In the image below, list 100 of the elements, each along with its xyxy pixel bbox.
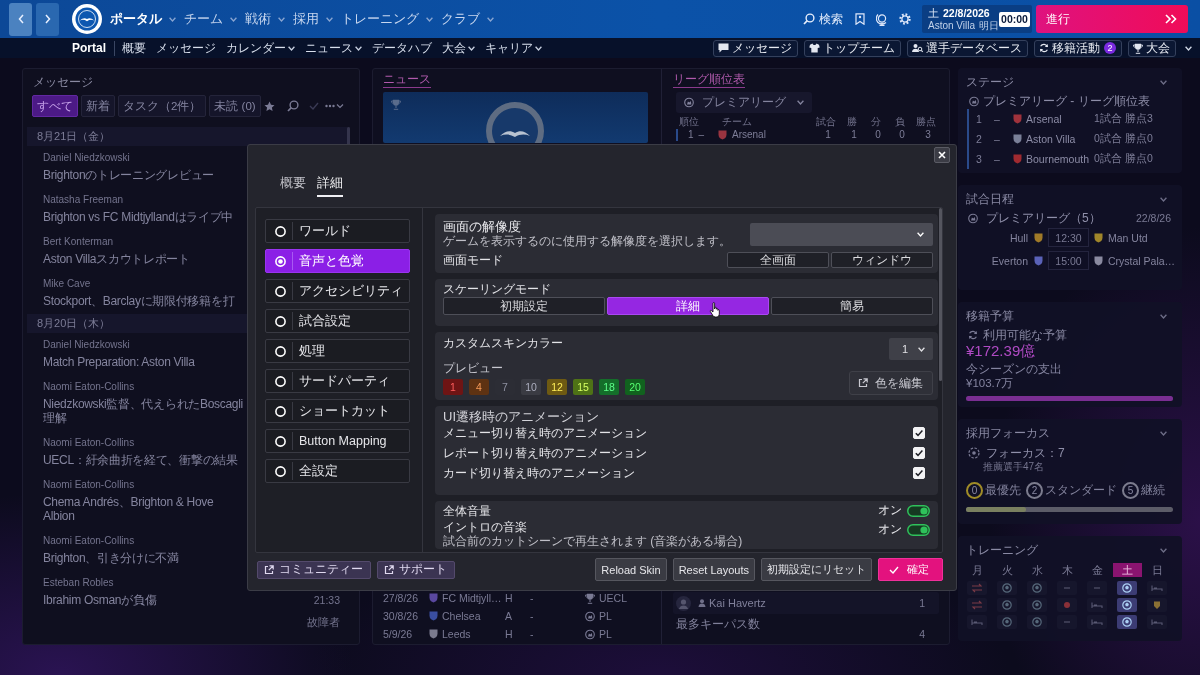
filter-tab[interactable]: 未読 (0) [209,95,261,117]
star-icon[interactable] [263,100,275,112]
forward-button[interactable] [36,2,59,36]
day-header[interactable]: 木 [1052,563,1082,577]
segment-button[interactable]: 簡易 [771,297,933,315]
edit-colors-button[interactable]: 色を編集 [849,371,933,395]
confirm-button[interactable]: 確定 [878,558,943,581]
shortcut-button[interactable]: 大会 [1128,39,1176,57]
setting-label: イントロの音楽 [443,520,528,534]
checkbox[interactable] [913,427,925,439]
settings-icon[interactable] [899,13,911,25]
message-subject[interactable]: Match Preparation: Aston Villa [43,355,195,369]
nav-menu-item[interactable]: 採用 [293,6,333,32]
message-subject[interactable]: Chema Andrés、Brighton & Hove Albion [43,495,247,523]
dialog-tab[interactable]: 概要 [280,176,306,197]
footer-button[interactable]: 初期設定にリセット [761,558,872,581]
nav-menu-item[interactable]: クラブ [441,6,494,32]
search-button[interactable]: 検索 [803,10,843,28]
sub-nav-item[interactable]: カレンダー [226,39,295,57]
category-item[interactable]: ショートカット [265,399,410,423]
search-icon[interactable] [286,100,299,112]
table-cell-text: 0 [898,129,906,141]
category-item[interactable]: Button Mapping [265,429,410,453]
dash-icon [1057,580,1077,595]
shortcut-button[interactable]: メッセージ [713,39,798,57]
toggle-switch[interactable] [907,523,930,536]
date-panel[interactable]: 土 22/8/2026 Aston Villa 明日 00:00 [922,5,1032,33]
bookmark-icon[interactable] [855,13,865,25]
filter-tab[interactable]: タスク（2件） [118,95,207,117]
shortcut-button[interactable]: トップチーム [804,39,901,57]
close-button[interactable] [934,147,950,163]
count-badge: 5 [1122,481,1139,499]
day-header[interactable]: 日 [1142,563,1172,577]
nav-menu-item[interactable]: チーム [184,6,237,32]
segment-button[interactable]: ウィンドウ [831,252,933,268]
table-cell-text: – [994,113,1001,125]
back-button[interactable] [9,2,32,36]
competition-dropdown[interactable]: プレミアリーグ [676,92,812,113]
card-title: 試合日程 [966,192,1014,206]
close-icon [938,151,946,159]
sub-nav-item[interactable]: メッセージ [156,39,216,57]
day-header[interactable]: 水 [1022,563,1052,577]
color-swatch: 15 [573,379,593,395]
globe-icon[interactable] [876,12,888,26]
segment-button[interactable]: 初期設定 [443,297,605,315]
nav-menu-item[interactable]: トレーニング [341,6,433,32]
segment-button[interactable]: 全画面 [727,252,829,268]
skin-dropdown[interactable]: 1 [889,338,933,360]
column-header: 分 [870,116,882,128]
sub-nav-item[interactable]: ニュース [305,39,362,57]
day-header[interactable]: 土 [1112,563,1142,577]
message-subject[interactable]: Niedzkowski監督、代えられたBoscagli 理解 [43,397,243,425]
category-item[interactable]: 試合設定 [265,309,410,333]
category-item[interactable]: 全設定 [265,459,410,483]
team-name: Arsenal [1026,113,1063,125]
segment-button[interactable]: 詳細 [607,297,769,315]
footer-button[interactable]: Reload Skin [595,558,667,581]
message-subject[interactable]: Stockport、Barclayに期限付移籍を打 [43,294,235,308]
message-subject[interactable]: Brighton、引き分けに不満 [43,551,179,565]
player-row[interactable]: Kai Havertz 1 [673,592,939,614]
message-subject[interactable]: UECL：紆余曲折を経て、衝撃の結果 [43,453,238,467]
nav-menu-item[interactable]: 戦術 [245,6,285,32]
day-header[interactable]: 火 [992,563,1022,577]
link-button[interactable]: コミュニティー [257,560,371,579]
shortcut-button[interactable]: 選手データベース [907,39,1028,57]
link-button[interactable]: サポート [377,560,455,579]
sub-nav-item[interactable]: データハブ [372,39,432,57]
table-cell-text: 3 [924,129,932,141]
message-subject[interactable]: Brighton vs FC Midtjyllandはライブ中 [43,210,234,224]
category-item[interactable]: 音声と色覚 [265,249,410,273]
nav-menu-item[interactable]: ポータル [110,6,176,32]
club-crest-icon[interactable] [72,4,102,34]
message-subject[interactable]: Ibrahim Osmanが負傷 [43,593,157,607]
category-item[interactable]: サードパーティ [265,369,410,393]
sub-nav-item[interactable]: キャリア [485,39,542,57]
day-header[interactable]: 月 [962,563,992,577]
message-subject[interactable]: Brightonのトレーニングレビュー [43,168,214,182]
filter-tab[interactable]: すべて [32,95,78,117]
dialog-tab[interactable]: 詳細 [317,176,343,197]
checkbox[interactable] [913,447,925,459]
category-item[interactable]: 処理 [265,339,410,363]
footer-button[interactable]: Reset Layouts [672,558,755,581]
day-header[interactable]: 金 [1082,563,1112,577]
more-options-icon[interactable] [324,103,344,109]
section-tab[interactable]: ニュース [383,72,431,88]
category-item[interactable]: ワールド [265,219,410,243]
continue-button[interactable]: 進行 [1036,5,1188,33]
message-subject[interactable]: Aston Villaスカウトレポート [43,252,190,266]
toggle-switch[interactable] [907,504,930,517]
filter-tab[interactable]: 新着 [81,95,115,117]
crest-icon [486,100,544,143]
scrollbar-thumb[interactable] [939,208,942,381]
emblem-icon [969,95,979,107]
sub-nav-item[interactable]: 概要 [122,39,146,57]
shortcut-button[interactable]: 移籍活動 2 [1034,39,1122,57]
checkbox[interactable] [913,467,925,479]
section-tab[interactable]: リーグ順位表 [673,72,745,88]
category-item[interactable]: アクセシビリティ [265,279,410,303]
sub-nav-item[interactable]: 大会 [442,39,475,57]
check-icon[interactable] [308,102,319,110]
